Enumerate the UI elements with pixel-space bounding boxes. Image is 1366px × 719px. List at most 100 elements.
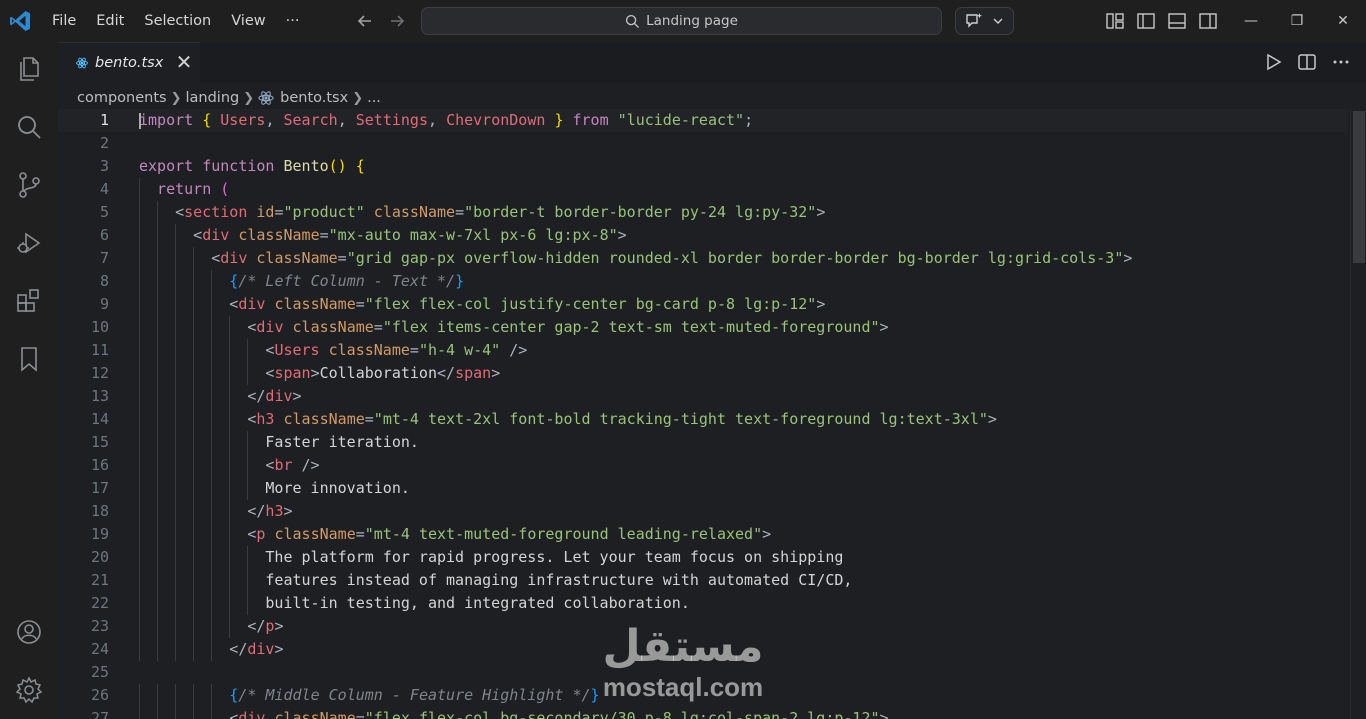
line-number: 27 — [90, 709, 109, 719]
indent-guide — [175, 431, 177, 454]
code-line[interactable]: 18 </h3> — [58, 500, 1348, 523]
code-token: The platform for rapid progress. Let you… — [265, 548, 844, 566]
scrollbar-thumb[interactable] — [1353, 111, 1365, 263]
indent-guide — [139, 178, 140, 201]
indent-guide — [193, 385, 195, 408]
indent-guide — [193, 546, 195, 569]
vscode-logo-icon[interactable] — [8, 9, 32, 33]
extensions-icon[interactable] — [14, 286, 44, 316]
code-line[interactable]: 1 import { Users, Search, Settings, Chevr… — [58, 109, 1348, 132]
menu-view[interactable]: View — [221, 7, 275, 35]
code-line[interactable]: 27 <div className="flex flex-col bg-secon… — [58, 707, 1348, 719]
indent-guide — [139, 707, 140, 719]
code-token: "mt-4 text-muted-foreground leading-rela… — [364, 525, 763, 543]
more-actions-icon[interactable] — [1330, 51, 1352, 73]
indent-guide — [211, 431, 213, 454]
vertical-scrollbar[interactable] — [1350, 109, 1366, 719]
code-line[interactable]: 10 <div className="flex items-center gap-… — [58, 316, 1348, 339]
bookmark-icon[interactable] — [14, 344, 44, 374]
code-line[interactable]: 2 — [58, 132, 1348, 155]
settings-gear-icon[interactable] — [14, 675, 44, 705]
line-source: </h3> — [247, 500, 292, 523]
code-token: /* Middle Column - Feature Highlight */ — [238, 686, 591, 704]
indent-guide — [139, 293, 140, 316]
minimize-button[interactable]: — — [1228, 0, 1274, 42]
close-window-button[interactable]: ✕ — [1320, 0, 1366, 42]
indent-guide — [157, 500, 159, 523]
account-icon[interactable] — [14, 617, 44, 647]
indent-guide — [229, 316, 231, 339]
indent-guide — [139, 638, 140, 661]
breadcrumb-file[interactable]: bento.tsx — [280, 90, 348, 106]
code-token: , — [337, 111, 356, 129]
code-token: "product" — [283, 203, 365, 221]
indent-guide — [193, 408, 195, 431]
code-token: > — [879, 709, 889, 719]
code-line[interactable]: 19 <p className="mt-4 text-muted-foregrou… — [58, 523, 1348, 546]
menu-edit[interactable]: Edit — [86, 7, 134, 35]
code-line[interactable]: 20 The platform for rapid progress. Let y… — [58, 546, 1348, 569]
back-arrow-icon[interactable] — [354, 10, 376, 32]
toggle-secondary-sidebar-icon[interactable] — [1197, 10, 1219, 32]
code-token: } — [455, 272, 465, 290]
watermark-arabic: مستقل — [602, 621, 764, 672]
code-line[interactable]: 4 return ( — [58, 178, 1348, 201]
indent-guide — [211, 615, 213, 638]
code-line[interactable]: 17 More innovation. — [58, 477, 1348, 500]
code-line[interactable]: 12 <span>Collaboration</span> — [58, 362, 1348, 385]
toggle-primary-sidebar-icon[interactable] — [1135, 10, 1157, 32]
code-line[interactable]: 14 <h3 className="mt-4 text-2xl font-bold… — [58, 408, 1348, 431]
close-tab-icon[interactable]: ✕ — [175, 52, 193, 72]
breadcrumb-landing[interactable]: landing — [186, 90, 240, 106]
customize-layout-icon[interactable] — [1104, 10, 1126, 32]
code-token: div — [247, 640, 275, 658]
tab-bento-tsx[interactable]: bento.tsx ✕ — [58, 42, 200, 83]
line-source: <p className="mt-4 text-muted-foreground… — [247, 523, 771, 546]
code-token: More innovation. — [265, 479, 410, 497]
command-center-search[interactable]: Landing page — [421, 7, 942, 35]
indent-guide — [139, 362, 140, 385]
toggle-panel-icon[interactable] — [1166, 10, 1188, 32]
line-number: 1 — [99, 111, 109, 129]
menu-selection[interactable]: Selection — [134, 7, 221, 35]
code-token: < — [193, 226, 203, 244]
menu-more[interactable]: ··· — [276, 7, 310, 35]
code-line[interactable]: 3 export function Bento() { — [58, 155, 1348, 178]
code-line[interactable]: 9 <div className="flex flex-col justify-c… — [58, 293, 1348, 316]
copilot-chat-button[interactable] — [955, 7, 1014, 35]
run-icon[interactable] — [1262, 51, 1284, 73]
code-line[interactable]: 11 <Users className="h-4 w-4" /> — [58, 339, 1348, 362]
code-line[interactable]: 22 built-in testing, and integrated colla… — [58, 592, 1348, 615]
menu-file[interactable]: File — [42, 7, 86, 35]
breadcrumb-components[interactable]: components — [77, 90, 167, 106]
indent-guide — [229, 362, 231, 385]
menu-bar: File Edit Selection View ··· — [42, 0, 309, 42]
code-line[interactable]: 6 <div className="mx-auto max-w-7xl px-6 … — [58, 224, 1348, 247]
indent-guide — [229, 523, 231, 546]
search-icon[interactable] — [14, 112, 44, 142]
restore-button[interactable]: ❐ — [1274, 0, 1320, 42]
code-token: id — [256, 203, 275, 221]
code-token: { — [229, 686, 239, 704]
split-editor-icon[interactable] — [1296, 51, 1318, 73]
forward-arrow-icon[interactable] — [386, 10, 408, 32]
code-line[interactable]: 16 <br /> — [58, 454, 1348, 477]
indent-guide — [211, 500, 213, 523]
code-token: h3 — [256, 410, 275, 428]
explorer-icon[interactable] — [14, 54, 44, 84]
indent-guide — [157, 316, 159, 339]
code-token: "flex items-center gap-2 text-sm text-mu… — [382, 318, 880, 336]
code-token: "flex flex-col justify-center bg-card p-… — [364, 295, 817, 313]
line-source: <div className="mx-auto max-w-7xl px-6 l… — [193, 224, 626, 247]
breadcrumb-symbol[interactable]: ... — [367, 90, 381, 106]
code-line[interactable]: 21 features instead of managing infrastru… — [58, 569, 1348, 592]
code-line[interactable]: 7 <div className="grid gap-px overflow-hi… — [58, 247, 1348, 270]
code-line[interactable]: 8 {/* Left Column - Text */} — [58, 270, 1348, 293]
code-line[interactable]: 5 <section id="product" className="border… — [58, 201, 1348, 224]
code-line[interactable]: 15 Faster iteration. — [58, 431, 1348, 454]
code-line[interactable]: 13 </div> — [58, 385, 1348, 408]
indent-guide — [229, 569, 231, 592]
source-control-icon[interactable] — [14, 170, 44, 200]
run-debug-icon[interactable] — [14, 228, 44, 258]
